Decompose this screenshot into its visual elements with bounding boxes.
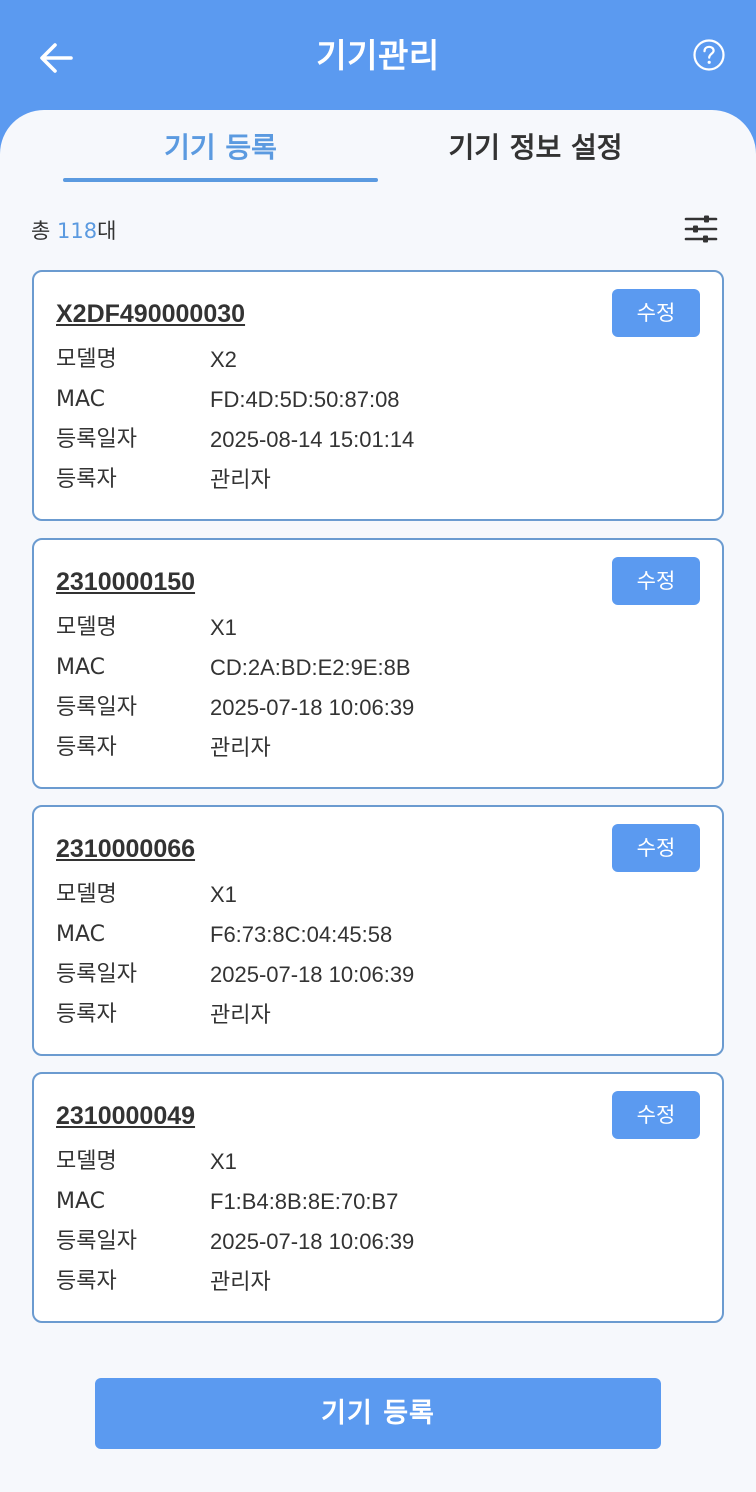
field-value: 2025-08-14 15:01:14 <box>210 427 415 452</box>
field-label: 모델명 <box>56 615 117 640</box>
field-label: 등록자 <box>56 1002 117 1027</box>
device-card: 2310000049 수정 모델명 X1 MAC F1:B4:8B:8E:70:B7… <box>32 1072 724 1323</box>
active-tab-indicator <box>63 178 378 182</box>
field-label: MAC <box>56 655 106 680</box>
field-value: 관리자 <box>210 1002 271 1027</box>
tab-device-register[interactable]: 기기 등록 <box>63 128 378 172</box>
field-value: 관리자 <box>210 735 271 760</box>
edit-button[interactable]: 수정 <box>612 824 700 872</box>
sliders-icon <box>684 215 718 243</box>
tab-bar: 기기 등록 기기 정보 설정 <box>0 110 756 184</box>
device-serial-link[interactable]: 2310000066 <box>56 831 195 867</box>
field-value: FD:4D:5D:50:87:08 <box>210 387 400 412</box>
help-circle-icon <box>693 39 725 71</box>
field-label: 등록일자 <box>56 962 137 987</box>
total-count: 118 <box>57 219 98 243</box>
field-value: 관리자 <box>210 467 271 492</box>
field-label: 등록일자 <box>56 1229 137 1254</box>
total-prefix: 총 <box>31 219 57 243</box>
field-label: 등록자 <box>56 1269 117 1294</box>
field-label: 모델명 <box>56 882 117 907</box>
field-value: X2 <box>210 347 237 372</box>
field-value: 2025-07-18 10:06:39 <box>210 962 415 987</box>
edit-button[interactable]: 수정 <box>612 1091 700 1139</box>
tab-device-info-settings[interactable]: 기기 정보 설정 <box>378 128 693 172</box>
device-serial-link[interactable]: 2310000049 <box>56 1098 195 1134</box>
content-sheet: 기기 등록 기기 정보 설정 총 118대 X2DF490000030 수정 모… <box>0 110 756 1492</box>
edit-button[interactable]: 수정 <box>612 557 700 605</box>
field-label: 등록일자 <box>56 427 137 452</box>
field-label: MAC <box>56 922 106 947</box>
total-suffix: 대 <box>97 219 117 243</box>
device-total: 총 118대 <box>31 216 116 246</box>
field-value: X1 <box>210 1149 237 1174</box>
filter-button[interactable] <box>684 212 718 246</box>
help-button[interactable] <box>692 38 726 72</box>
page-title: 기기관리 <box>316 36 440 75</box>
field-label: MAC <box>56 387 106 412</box>
device-card: X2DF490000030 수정 모델명 X2 MAC FD:4D:5D:50:87… <box>32 270 724 521</box>
edit-button[interactable]: 수정 <box>612 289 700 337</box>
field-value: 2025-07-18 10:06:39 <box>210 695 415 720</box>
field-value: CD:2A:BD:E2:9E:8B <box>210 655 411 680</box>
field-label: MAC <box>56 1189 106 1214</box>
field-value: F1:B4:8B:8E:70:B7 <box>210 1189 399 1214</box>
device-serial-link[interactable]: 2310000150 <box>56 564 195 600</box>
field-value: 2025-07-18 10:06:39 <box>210 1229 415 1254</box>
field-value: 관리자 <box>210 1269 271 1294</box>
field-label: 모델명 <box>56 1149 117 1174</box>
device-card: 2310000066 수정 모델명 X1 MAC F6:73:8C:04:45:58… <box>32 805 724 1056</box>
register-device-button[interactable]: 기기 등록 <box>95 1378 661 1449</box>
field-label: 등록자 <box>56 467 117 492</box>
field-value: X1 <box>210 882 237 907</box>
device-card: 2310000150 수정 모델명 X1 MAC CD:2A:BD:E2:9E:8B… <box>32 538 724 789</box>
field-label: 등록일자 <box>56 695 137 720</box>
field-label: 모델명 <box>56 347 117 372</box>
field-value: F6:73:8C:04:45:58 <box>210 922 393 947</box>
field-label: 등록자 <box>56 735 117 760</box>
field-value: X1 <box>210 615 237 640</box>
device-serial-link[interactable]: X2DF490000030 <box>56 296 245 332</box>
